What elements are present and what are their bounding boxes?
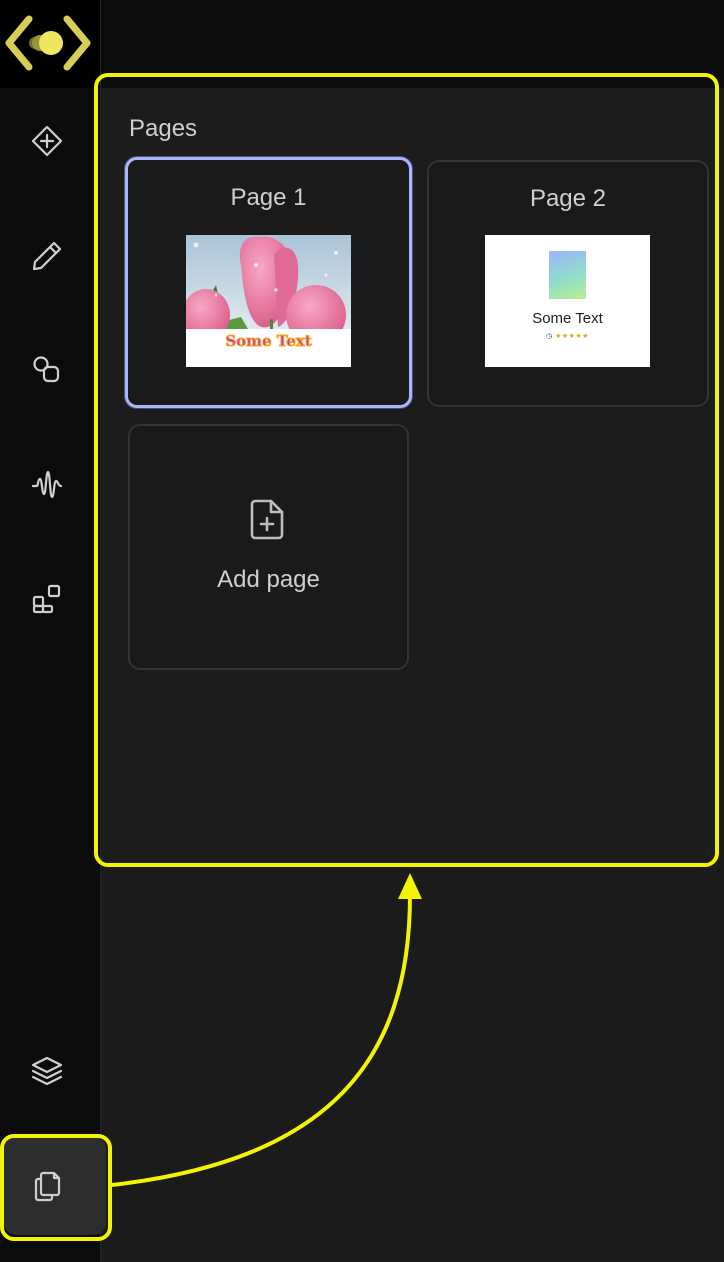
tulip-photo (186, 235, 351, 329)
pages-panel: Pages Page 1 Some Text Page 2 Some Text … (103, 88, 719, 868)
pages-panel-title: Pages (129, 115, 198, 142)
page-card-1[interactable]: Page 1 Some Text (125, 157, 412, 408)
add-page-label: Add page (217, 566, 320, 593)
thumbnail-text: Some Text (532, 310, 603, 327)
page-card-2[interactable]: Page 2 Some Text ◷ ★★★★★ (427, 160, 709, 407)
pencil-icon[interactable] (25, 234, 69, 278)
page-thumbnail: Some Text ◷ ★★★★★ (485, 235, 650, 367)
thumbnail-rating: ◷ ★★★★★ (485, 332, 650, 340)
widgets-icon[interactable] (25, 576, 69, 620)
thumbnail-art (549, 251, 586, 299)
page-thumbnail: Some Text (186, 235, 351, 367)
app-logo[interactable] (0, 0, 100, 88)
thumbnail-text: Some Text (225, 332, 312, 351)
add-page-button[interactable]: Add page (128, 424, 409, 670)
shapes-icon[interactable] (25, 348, 69, 392)
clock-icon: ◷ (546, 333, 553, 340)
bracket-eye-logo-icon (5, 15, 91, 71)
rating-stars: ★★★★★ (555, 333, 589, 340)
audio-wave-icon[interactable] (25, 462, 69, 506)
add-element-icon[interactable] (25, 119, 69, 163)
top-bar (101, 0, 724, 88)
pages-icon[interactable] (25, 1164, 69, 1208)
page-card-label: Page 1 (230, 184, 307, 211)
page-card-label: Page 2 (529, 185, 607, 212)
layers-icon[interactable] (25, 1049, 69, 1093)
file-plus-icon (250, 499, 284, 540)
sidebar (0, 0, 106, 1262)
